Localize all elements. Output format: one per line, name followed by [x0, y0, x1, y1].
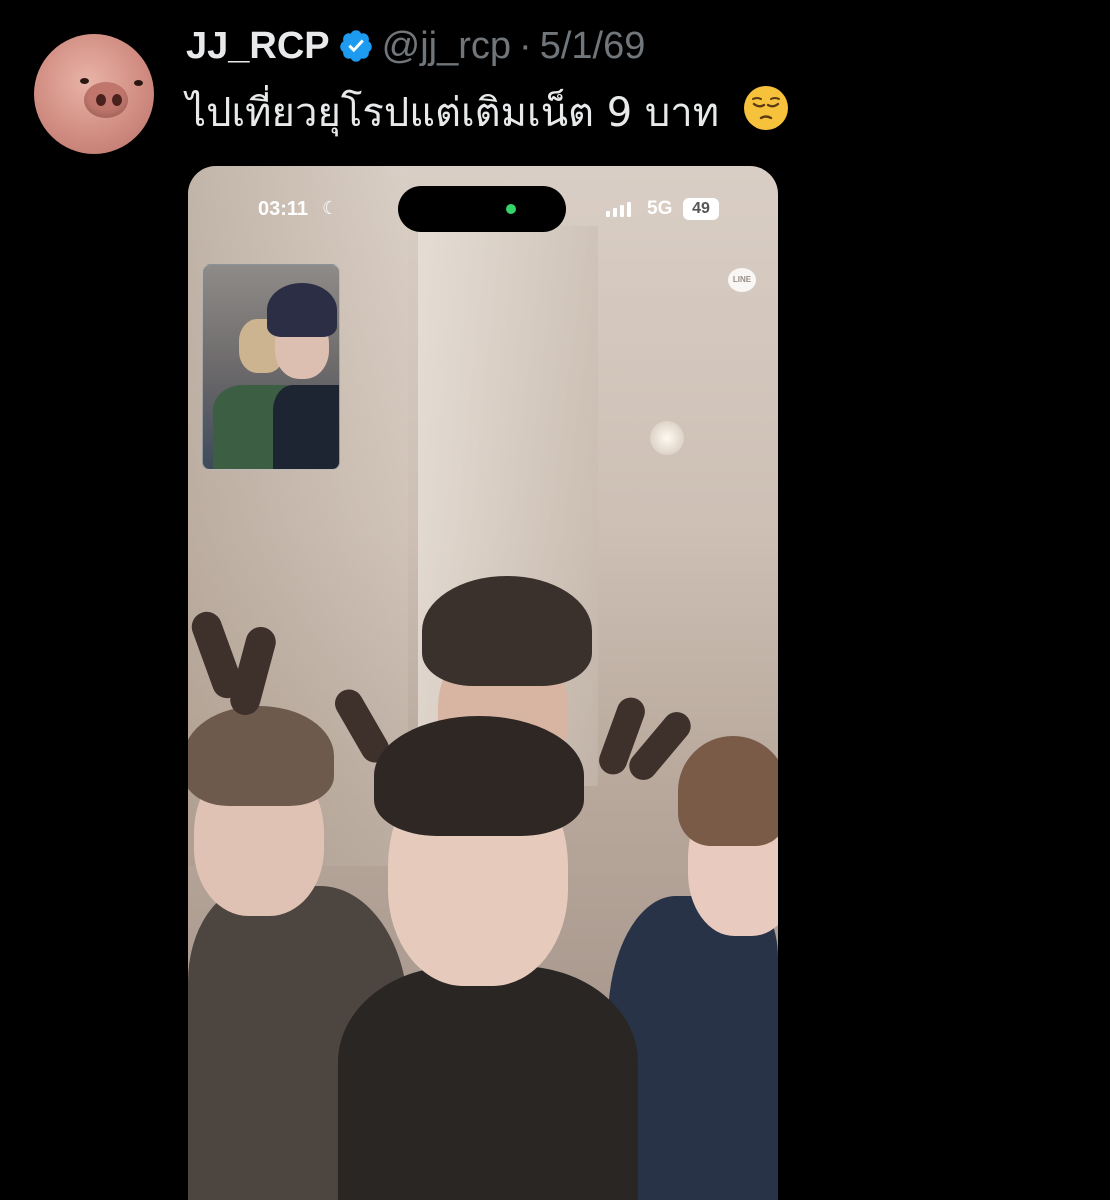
signal-icon: [606, 202, 631, 217]
picture-in-picture-video: [202, 264, 340, 470]
moon-icon: ☾: [322, 198, 339, 218]
line-app-icon: LINE: [728, 268, 756, 292]
tweet-text: ไปเที่ยวยุโรปแต่เติมเน็ต 9 บาท: [186, 84, 790, 141]
dynamic-island: [398, 186, 566, 232]
tweet-header: JJ_RCP @jj_rcp · 5/1/69: [186, 22, 645, 70]
tweet-date[interactable]: 5/1/69: [540, 22, 646, 70]
verified-badge-icon: [339, 30, 372, 62]
battery-level: 49: [683, 198, 719, 220]
network-type: 5G: [647, 198, 673, 219]
camera-indicator-icon: [506, 204, 516, 214]
status-time: 03:11: [258, 198, 309, 220]
tweet-media-image[interactable]: 03:11 ☾ 5G 49 LINE: [188, 166, 778, 1200]
display-name[interactable]: JJ_RCP: [186, 22, 330, 70]
pensive-face-icon: [743, 86, 788, 130]
avatar[interactable]: [34, 34, 154, 154]
tweet-text-content: ไปเที่ยวยุโรปแต่เติมเน็ต 9 บาท: [186, 90, 720, 136]
separator-dot: ·: [519, 25, 532, 67]
tweet: JJ_RCP @jj_rcp · 5/1/69 ไปเที่ยวยุโรปแต่…: [0, 0, 1110, 1200]
handle[interactable]: @jj_rcp: [382, 22, 511, 70]
phone-status-bar: 03:11 ☾ 5G 49: [188, 186, 778, 232]
